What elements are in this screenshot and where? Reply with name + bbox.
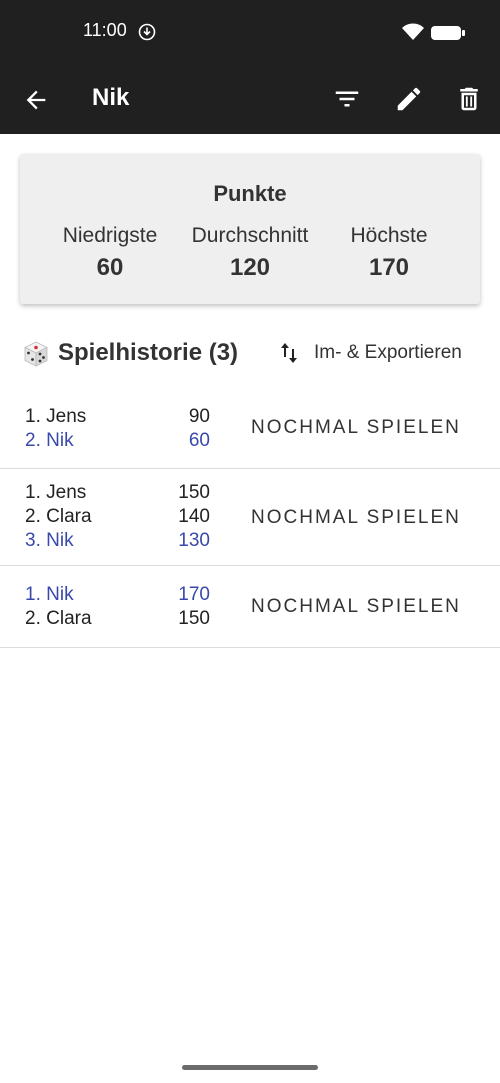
back-arrow-icon[interactable]	[22, 86, 50, 114]
stat-lowest-label: Niedrigste	[62, 224, 158, 247]
stat-highest-label: Höchste	[350, 224, 428, 247]
player-name: 2. Clara	[25, 608, 92, 629]
player-row-self: 2. Nik 60	[25, 429, 215, 453]
game-players: 1. Nik 170 2. Clara 150	[25, 583, 215, 631]
player-name: 3. Nik	[25, 530, 74, 551]
stat-average-label: Durchschnitt	[191, 224, 309, 247]
player-score: 150	[178, 482, 210, 503]
play-again-button[interactable]: NOCHMAL SPIELEN	[251, 596, 461, 618]
play-again-button[interactable]: NOCHMAL SPIELEN	[251, 507, 461, 529]
stat-average-value: 120	[229, 254, 271, 281]
game-players: 1. Jens 90 2. Nik 60	[25, 405, 215, 453]
status-time: 11:00	[83, 20, 127, 40]
stat-lowest-value: 60	[96, 254, 124, 281]
player-name: 1. Jens	[25, 482, 87, 503]
game-players: 1. Jens 150 2. Clara 140 3. Nik 130	[25, 481, 215, 553]
player-score: 150	[178, 608, 210, 629]
player-score: 170	[178, 584, 210, 605]
battery-icon	[431, 26, 465, 40]
stat-average: Durchschnitt 120	[182, 224, 318, 282]
delete-icon[interactable]	[454, 84, 484, 114]
page-title: Nik	[92, 84, 130, 111]
app-bar: Nik	[0, 64, 500, 134]
history-header: Spielhistorie (3) Im- & Exportieren	[0, 336, 500, 372]
status-bar: 11:00	[0, 0, 500, 64]
stat-highest: Höchste 170	[338, 224, 440, 282]
player-name: 1. Nik	[25, 584, 74, 605]
filter-icon[interactable]	[332, 84, 362, 114]
wifi-icon	[402, 23, 424, 40]
game-row: 1. Jens 150 2. Clara 140 3. Nik 130 NOCH…	[0, 469, 500, 566]
play-again-button[interactable]: NOCHMAL SPIELEN	[251, 417, 461, 439]
player-row: 1. Jens 150	[25, 481, 215, 505]
game-row: 1. Jens 90 2. Nik 60 NOCHMAL SPIELEN	[0, 400, 500, 469]
player-row: 2. Clara 150	[25, 607, 215, 631]
dice-icon	[24, 341, 48, 367]
import-export-button[interactable]: Im- & Exportieren	[314, 342, 462, 364]
player-name: 2. Clara	[25, 506, 92, 527]
player-score: 60	[188, 430, 210, 451]
gesture-nav-handle[interactable]	[182, 1065, 318, 1070]
player-score: 90	[188, 406, 210, 427]
download-status-icon	[138, 23, 156, 41]
points-card: Punkte Niedrigste 60 Durchschnitt 120 Hö…	[20, 154, 480, 304]
history-title: Spielhistorie (3)	[58, 339, 239, 366]
game-row: 1. Nik 170 2. Clara 150 NOCHMAL SPIELEN	[0, 566, 500, 648]
player-row-self: 3. Nik 130	[25, 529, 215, 553]
player-row-self: 1. Nik 170	[25, 583, 215, 607]
player-row: 1. Jens 90	[25, 405, 215, 429]
player-row: 2. Clara 140	[25, 505, 215, 529]
edit-pencil-icon[interactable]	[394, 84, 424, 114]
sort-icon[interactable]	[278, 340, 300, 366]
player-score: 130	[178, 530, 210, 551]
player-name: 1. Jens	[25, 406, 87, 427]
player-name: 2. Nik	[25, 430, 74, 451]
player-score: 140	[178, 506, 210, 527]
points-heading: Punkte	[213, 181, 287, 206]
stat-highest-value: 170	[368, 254, 410, 281]
stat-lowest: Niedrigste 60	[54, 224, 166, 282]
